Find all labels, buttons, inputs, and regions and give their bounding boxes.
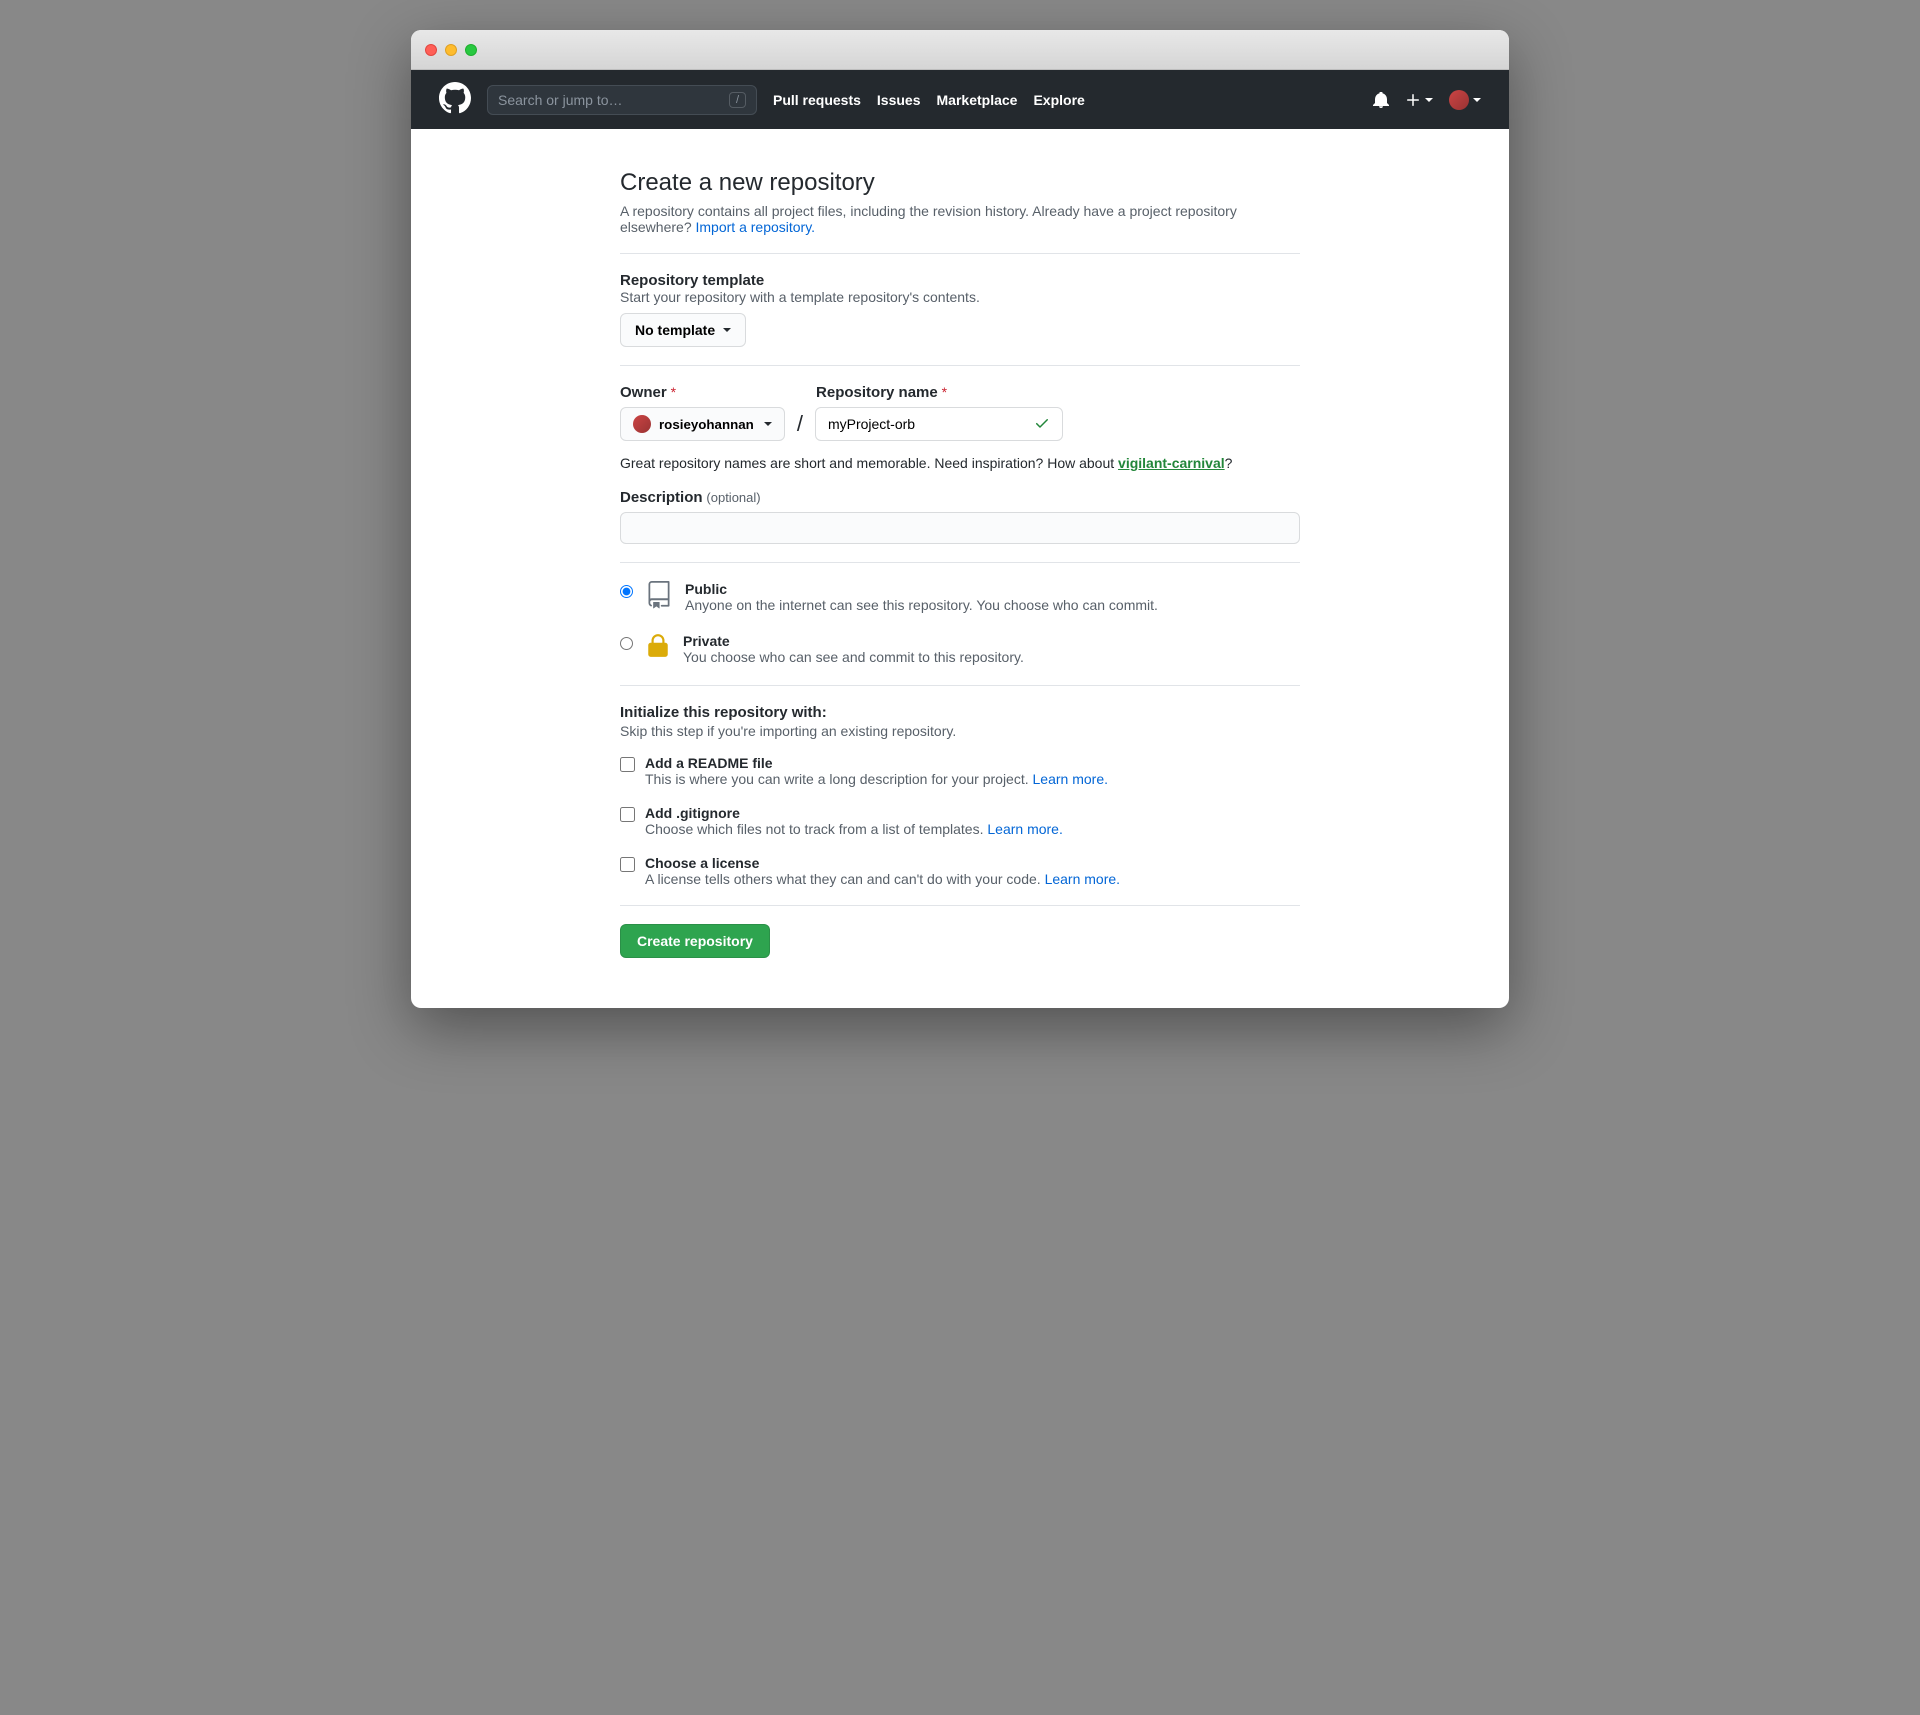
nav-issues[interactable]: Issues [877,92,921,108]
visibility-private-radio[interactable] [620,637,633,650]
name-hint-suffix: ? [1225,455,1233,471]
add-readme-desc-text: This is where you can write a long descr… [645,771,1033,787]
template-selected-value: No template [635,322,715,338]
search-input-wrap[interactable]: / [487,85,757,115]
nav-pull-requests[interactable]: Pull requests [773,92,861,108]
path-separator: / [797,411,803,437]
visibility-private-desc: You choose who can see and commit to thi… [683,649,1024,665]
license-learn-more-link[interactable]: Learn more. [1045,871,1120,887]
add-gitignore-desc-text: Choose which files not to track from a l… [645,821,987,837]
add-readme-title: Add a README file [645,755,1108,771]
avatar-icon [633,415,651,433]
choose-license-checkbox[interactable] [620,857,635,872]
description-input[interactable] [620,512,1300,544]
window-minimize-icon[interactable] [445,44,457,56]
search-hotkey-hint: / [729,92,746,108]
gitignore-learn-more-link[interactable]: Learn more. [987,821,1062,837]
repo-icon [645,581,673,612]
initialize-sub: Skip this step if you're importing an ex… [620,723,1300,739]
name-hint-text: Great repository names are short and mem… [620,455,1118,471]
choose-license-desc: A license tells others what they can and… [645,871,1120,887]
owner-select[interactable]: rosieyohannan [620,407,785,441]
description-label: Description [620,489,703,506]
template-label: Repository template [620,272,1300,289]
choose-license-desc-text: A license tells others what they can and… [645,871,1045,887]
add-readme-desc: This is where you can write a long descr… [645,771,1108,787]
user-menu[interactable] [1449,90,1481,110]
visibility-public-desc: Anyone on the internet can see this repo… [685,597,1158,613]
browser-window: / Pull requests Issues Marketplace Explo… [411,30,1509,1008]
add-gitignore-checkbox[interactable] [620,807,635,822]
avatar-icon [1449,90,1469,110]
primary-nav: Pull requests Issues Marketplace Explore [773,92,1085,108]
check-icon [1034,415,1050,434]
readme-learn-more-link[interactable]: Learn more. [1033,771,1108,787]
caret-down-icon [723,328,731,332]
divider [620,365,1300,366]
template-desc: Start your repository with a template re… [620,289,1300,305]
owner-selected-value: rosieyohannan [659,417,754,432]
github-logo-icon[interactable] [439,82,471,117]
add-gitignore-title: Add .gitignore [645,805,1063,821]
window-zoom-icon[interactable] [465,44,477,56]
lock-icon [645,633,671,662]
initialize-heading: Initialize this repository with: [620,704,1300,721]
reponame-input[interactable] [828,416,1028,432]
caret-down-icon [1425,98,1433,102]
visibility-public-title: Public [685,581,1158,597]
required-star: * [671,384,676,400]
reponame-label: Repository name [816,384,938,401]
divider [620,562,1300,563]
page-title: Create a new repository [620,169,1300,197]
owner-label: Owner [620,384,667,401]
search-input[interactable] [498,92,729,108]
choose-license-title: Choose a license [645,855,1120,871]
import-repository-link[interactable]: Import a repository. [696,219,816,235]
suggested-name-link[interactable]: vigilant-carnival [1118,455,1225,471]
divider [620,685,1300,686]
name-hint: Great repository names are short and mem… [620,455,1300,471]
divider [620,253,1300,254]
create-repository-button[interactable]: Create repository [620,924,770,958]
caret-down-icon [764,422,772,426]
add-readme-checkbox[interactable] [620,757,635,772]
caret-down-icon [1473,98,1481,102]
window-titlebar [411,30,1509,70]
notifications-icon[interactable] [1373,92,1389,108]
page-subtitle: A repository contains all project files,… [620,203,1300,235]
reponame-input-wrap[interactable] [815,407,1063,441]
add-gitignore-desc: Choose which files not to track from a l… [645,821,1063,837]
nav-explore[interactable]: Explore [1033,92,1084,108]
description-optional: (optional) [706,490,760,505]
window-close-icon[interactable] [425,44,437,56]
main-content: Create a new repository A repository con… [600,129,1320,1008]
visibility-public-radio[interactable] [620,585,633,598]
template-select[interactable]: No template [620,313,746,347]
nav-marketplace[interactable]: Marketplace [937,92,1018,108]
header-bar: / Pull requests Issues Marketplace Explo… [411,70,1509,129]
divider [620,905,1300,906]
create-new-dropdown[interactable] [1405,92,1433,108]
visibility-private-title: Private [683,633,1024,649]
required-star: * [942,384,947,400]
